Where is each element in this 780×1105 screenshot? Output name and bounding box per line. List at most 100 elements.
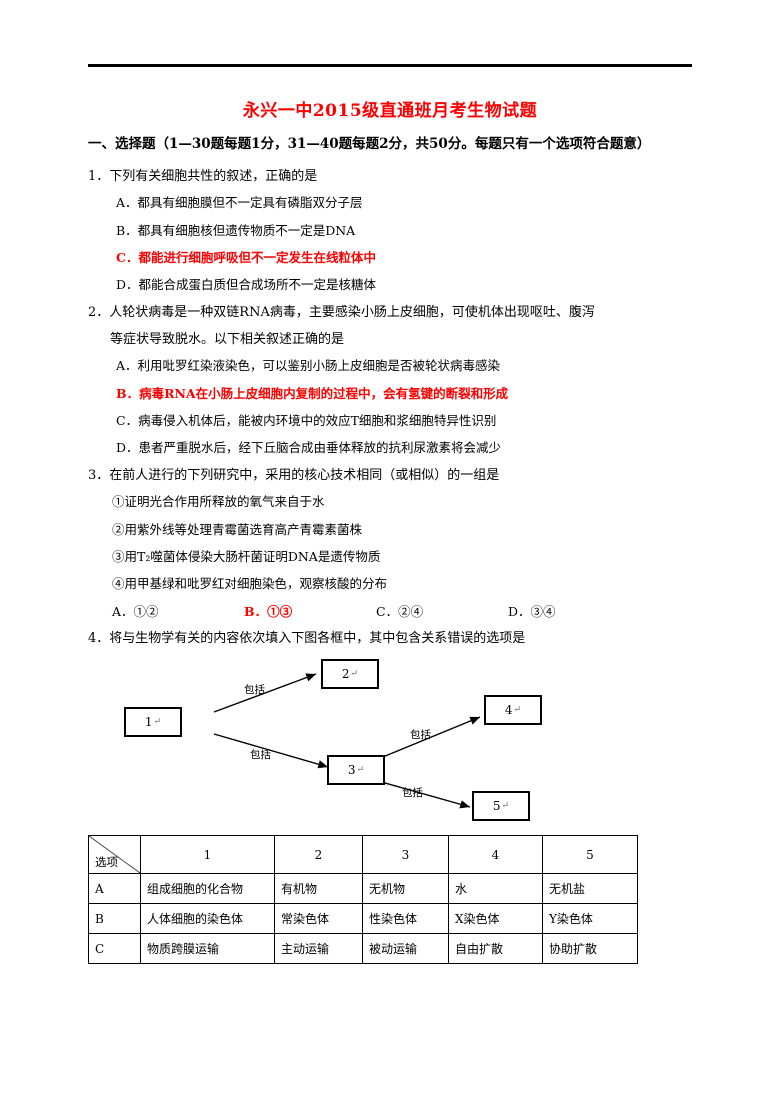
question-3-option-a[interactable]: A．①② <box>112 601 244 620</box>
option-label: D． <box>116 440 139 456</box>
soft-return-icon: ↵ <box>350 668 359 679</box>
question-3-sub-3: ③用T₂噬菌体侵染大肠杆菌证明DNA是遗传物质 <box>112 548 381 564</box>
question-4: 4．将与生物学有关的内容依次填入下图各框中，其中包含关系错误的选项是 1 ↵ 2… <box>88 628 692 965</box>
table-row-c-cell-5: 协助扩散 <box>542 933 638 965</box>
question-2-option-b[interactable]: B．病毒RNA在小肠上皮细胞内复制的过程中，会有氢键的断裂和形成 <box>88 384 692 404</box>
soft-return-icon: ↵ <box>356 764 365 775</box>
diagram-box-5: 5 ↵ <box>472 791 530 822</box>
table-row-b-cell-3: 性染色体 <box>362 903 449 935</box>
question-3-number: 3． <box>88 468 110 484</box>
soft-return-icon: ↵ <box>153 716 162 727</box>
question-1-text: 下列有关细胞共性的叙述，正确的是 <box>109 169 318 185</box>
question-3-option-b[interactable]: B．①③ <box>244 601 376 620</box>
table-row-c-cell-3: 被动运输 <box>362 933 449 965</box>
option-label: B． <box>244 604 268 620</box>
option-label: C． <box>116 249 139 265</box>
soft-return-icon: ↵ <box>501 800 510 811</box>
diagram-box-5-label: 5 <box>492 799 501 814</box>
diagram-box-4: 4 ↵ <box>484 695 542 726</box>
diagram-box-2: 2 ↵ <box>321 659 379 690</box>
question-1-option-a[interactable]: A．都具有细胞膜但不一定具有磷脂双分子层 <box>88 193 692 213</box>
table-row-b-cell-1: 人体细胞的染色体 <box>140 903 275 935</box>
option-text: ①③ <box>267 604 293 620</box>
table-corner-cell: 选项 <box>88 835 141 875</box>
question-3-sub-2: ②用紫外线等处理青霉菌选育高产青霉素菌株 <box>112 521 363 537</box>
diagram-box-2-label: 2 <box>341 667 350 682</box>
question-3-sub-1: ①证明光合作用所释放的氧气来自于水 <box>112 494 325 510</box>
option-text: 病毒RNA在小肠上皮细胞内复制的过程中，会有氢键的断裂和形成 <box>139 385 509 401</box>
question-1-option-b[interactable]: B．都具有细胞核但遗传物质不一定是DNA <box>88 221 692 241</box>
option-text: 都具有细胞膜但不一定具有磷脂双分子层 <box>137 195 363 211</box>
option-text: ①② <box>133 604 159 620</box>
section-heading: 一、选择题（1—30题每题1分，31—40题每题2分，共50分。每题只有一个选项… <box>88 136 651 152</box>
table-row-a-cell-4: 水 <box>448 873 543 905</box>
question-2-text: 人轮状病毒是一种双链RNA病毒，主要感染小肠上皮细胞，可使机体出现呕吐、腹泻 <box>109 305 595 321</box>
diagram-edge-label-3-5: 包括 <box>402 787 423 800</box>
option-text: 都能进行细胞呼吸但不一定发生在线粒体中 <box>138 249 376 265</box>
question-3-option-c[interactable]: C．②④ <box>376 601 508 620</box>
page-title: 永兴一中2015级直通班月考生物试题 <box>242 101 538 121</box>
question-1-option-d[interactable]: D．都能合成蛋白质但合成场所不一定是核糖体 <box>88 275 692 295</box>
option-text: 都能合成蛋白质但合成场所不一定是核糖体 <box>138 277 377 293</box>
question-2-option-d[interactable]: D．患者严重脱水后，经下丘脑合成由垂体释放的抗利尿激素将会减少 <box>88 438 692 458</box>
question-3-answer-row: A．①② B．①③ C．②④ D．③④ <box>88 601 692 620</box>
option-text: 都具有细胞核但遗传物质不一定是DNA <box>137 222 356 238</box>
table-row-a-cell-2: 有机物 <box>274 873 363 905</box>
table-row-a-cell-3: 无机物 <box>362 873 449 905</box>
option-label: C． <box>116 412 139 428</box>
table-row-a-cell-1: 组成细胞的化合物 <box>140 873 275 905</box>
table-row-b-cell-2: 常染色体 <box>274 903 363 935</box>
diagram-edge-label-3-4: 包括 <box>410 729 431 742</box>
option-label: A． <box>116 195 138 211</box>
table-row[interactable]: A 组成细胞的化合物 有机物 无机物 水 无机盐 <box>88 873 638 905</box>
option-text: 病毒侵入机体后，能被内环境中的效应T细胞和浆细胞特异性识别 <box>138 412 497 428</box>
table-header-5: 5 <box>542 835 638 875</box>
question-1-number: 1． <box>88 169 110 185</box>
option-label: D． <box>116 277 139 293</box>
table-row-b-cell-4: X染色体 <box>448 903 543 935</box>
table-header-3: 3 <box>362 835 449 875</box>
question-2-stem-continued: 等症状导致脱水。以下相关叙述正确的是 <box>110 332 345 348</box>
option-label: A． <box>112 604 134 620</box>
question-4-number: 4． <box>88 631 110 647</box>
option-label: B． <box>116 222 138 238</box>
exam-content: 一、选择题（1—30题每题1分，31—40题每题2分，共50分。每题只有一个选项… <box>88 134 692 966</box>
diagram-edge-label-1-2: 包括 <box>244 684 265 697</box>
table-header-1: 1 <box>140 835 275 875</box>
option-label: C． <box>376 604 399 620</box>
table-row-c-option: C <box>88 933 141 965</box>
diagram-box-1: 1 ↵ <box>124 707 182 738</box>
table-row-a-cell-5: 无机盐 <box>542 873 638 905</box>
table-row[interactable]: C 物质跨膜运输 主动运输 被动运输 自由扩散 协助扩散 <box>88 933 638 965</box>
question-4-stem: 4．将与生物学有关的内容依次填入下图各框中，其中包含关系错误的选项是 <box>88 628 692 649</box>
diagram-edge-label-1-3: 包括 <box>250 749 271 762</box>
option-label: D． <box>508 604 531 620</box>
option-label: B． <box>116 385 140 401</box>
question-2-option-a[interactable]: A．利用吡罗红染液染色，可以鉴别小肠上皮细胞是否被轮状病毒感染 <box>88 356 692 376</box>
table-header-2: 2 <box>274 835 363 875</box>
question-2-option-c[interactable]: C．病毒侵入机体后，能被内环境中的效应T细胞和浆细胞特异性识别 <box>88 411 692 431</box>
table-row-c-cell-2: 主动运输 <box>274 933 363 965</box>
question-1-option-c[interactable]: C．都能进行细胞呼吸但不一定发生在线粒体中 <box>88 248 692 268</box>
option-text: ③④ <box>530 604 556 620</box>
option-text: 患者严重脱水后，经下丘脑合成由垂体释放的抗利尿激素将会减少 <box>138 440 502 456</box>
question-3-stem: 3．在前人进行的下列研究中，采用的核心技术相同（或相似）的一组是 <box>88 465 692 486</box>
relationship-diagram: 1 ↵ 2 ↵ 3 ↵ 4 ↵ 5 ↵ 包括 包括 包括 包括 <box>88 655 692 825</box>
table-row-c-cell-1: 物质跨膜运输 <box>140 933 275 965</box>
table-corner-label: 选项 <box>95 855 118 870</box>
question-1: 1．下列有关细胞共性的叙述，正确的是 A．都具有细胞膜但不一定具有磷脂双分子层 … <box>88 166 692 295</box>
table-header-4: 4 <box>448 835 543 875</box>
table-row[interactable]: B 人体细胞的染色体 常染色体 性染色体 X染色体 Y染色体 <box>88 903 638 935</box>
question-4-text: 将与生物学有关的内容依次填入下图各框中，其中包含关系错误的选项是 <box>109 631 526 647</box>
diagram-box-3: 3 ↵ <box>327 755 385 786</box>
table-row-b-option: B <box>88 903 141 935</box>
question-2: 2．人轮状病毒是一种双链RNA病毒，主要感染小肠上皮细胞，可使机体出现呕吐、腹泻… <box>88 302 692 458</box>
option-text: 利用吡罗红染液染色，可以鉴别小肠上皮细胞是否被轮状病毒感染 <box>137 358 501 374</box>
table-header-row: 选项 1 2 3 4 5 <box>88 835 638 875</box>
question-3-sub-4: ④用甲基绿和吡罗红对细胞染色，观察核酸的分布 <box>112 576 388 592</box>
exam-page: 永兴一中2015级直通班月考生物试题 一、选择题（1—30题每题1分，31—40… <box>0 0 780 1105</box>
table-row-c-cell-4: 自由扩散 <box>448 933 543 965</box>
soft-return-icon: ↵ <box>513 704 522 715</box>
question-2-stem: 2．人轮状病毒是一种双链RNA病毒，主要感染小肠上皮细胞，可使机体出现呕吐、腹泻 <box>88 302 692 323</box>
question-3-option-d[interactable]: D．③④ <box>508 601 640 620</box>
